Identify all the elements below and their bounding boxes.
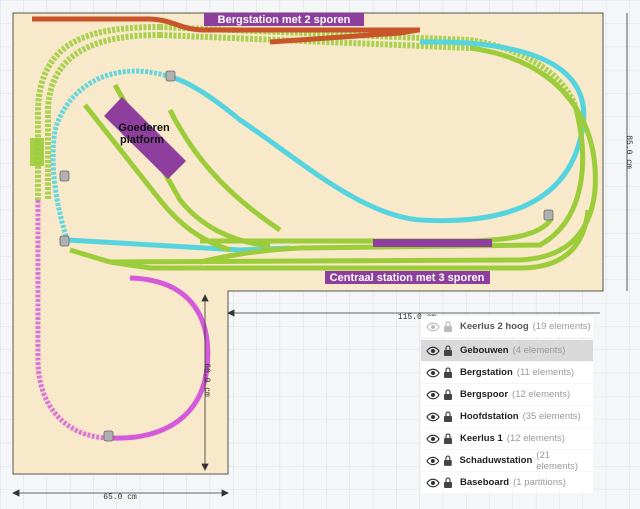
layer-row-baseboard[interactable]: Baseboard (1 partitions) [421, 472, 593, 493]
layer-name: Bergstation [460, 367, 513, 378]
layer-row-schaduwstation[interactable]: Schaduwstation (21 elements) [421, 449, 593, 472]
layer-name: Schaduwstation [459, 455, 533, 466]
mountain-station-label: Bergstation met 2 sporen [218, 14, 351, 26]
dimension-width-bottom: 65.0 cm [103, 493, 137, 502]
dimension-height-left: 60.0 cm [202, 363, 211, 397]
lock-icon[interactable] [443, 477, 453, 488]
layer-count: (35 elements) [522, 411, 581, 422]
layer-row-keerlus-1[interactable]: Keerlus 1 (12 elements) [421, 428, 593, 449]
layer-count: (12 elements) [506, 433, 565, 444]
layer-name: Keerlus 2 hoog [460, 321, 529, 332]
turnout-marker [30, 138, 44, 166]
layer-row-gebouwen[interactable]: Gebouwen (4 elements) [421, 340, 593, 361]
eye-icon[interactable] [426, 434, 440, 444]
layer-name: Keerlus 1 [460, 433, 503, 444]
layer-count: (12 elements) [512, 389, 571, 400]
dimension-height-right: 85.0 cm [624, 135, 633, 169]
layer-row-bergspoor[interactable]: Bergspoor (12 elements) [421, 384, 593, 405]
eye-icon[interactable] [426, 346, 440, 356]
freight-platform-label-2: platform [120, 134, 164, 146]
eye-icon[interactable] [426, 478, 440, 488]
eye-icon[interactable] [426, 368, 440, 378]
layer-name: Baseboard [460, 477, 510, 488]
lock-icon[interactable] [443, 321, 453, 332]
lock-icon[interactable] [443, 389, 453, 400]
lock-icon[interactable] [443, 433, 453, 444]
layer-name: Gebouwen [460, 345, 509, 356]
central-station-label: Centraal station met 3 sporen [330, 272, 485, 284]
layer-row-keerlus-2-hoog[interactable]: Keerlus 2 hoog (19 elements) [421, 316, 593, 337]
layer-count: (21 elements) [536, 449, 578, 472]
eye-icon[interactable] [426, 390, 440, 400]
layer-name: Hoofdstation [460, 411, 519, 422]
lock-icon[interactable] [443, 411, 453, 422]
lock-icon[interactable] [443, 455, 453, 466]
layer-count: (4 elements) [512, 345, 566, 356]
eye-icon[interactable] [426, 322, 440, 332]
layer-count: (19 elements) [532, 321, 591, 332]
eye-icon[interactable] [426, 456, 440, 466]
layer-count: (11 elements) [516, 367, 575, 378]
layer-name: Bergspoor [460, 389, 509, 400]
eye-icon[interactable] [426, 412, 440, 422]
freight-platform-label-1: Goederen [118, 122, 170, 134]
layer-row-bergstation[interactable]: Bergstation (11 elements) [421, 362, 593, 383]
lock-icon[interactable] [443, 345, 453, 356]
layer-count: (1 partitions) [513, 477, 566, 488]
lock-icon[interactable] [443, 367, 453, 378]
layer-row-hoofdstation[interactable]: Hoofdstation (35 elements) [421, 406, 593, 427]
central-station-platform[interactable] [373, 239, 492, 247]
